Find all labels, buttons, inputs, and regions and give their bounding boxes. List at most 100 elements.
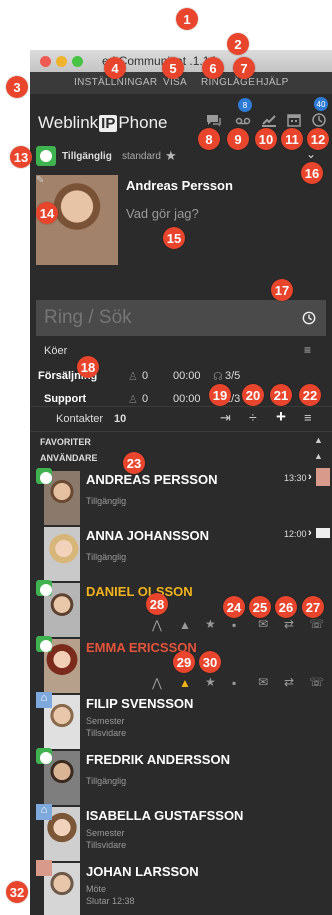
queue-calls: 0 [142, 393, 149, 405]
queue-agents-icon: ☊ [213, 371, 223, 383]
chat-icon[interactable] [206, 112, 222, 128]
contact-status: Möte [86, 884, 107, 894]
users-label: ANVÄNDARE [40, 453, 98, 463]
call-transfer-icon[interactable]: ⇄ [284, 617, 294, 631]
calendar-icon[interactable] [286, 112, 302, 128]
contact-name: FILIP SVENSSON [86, 696, 194, 711]
contact-status: Semester [86, 828, 125, 838]
contact-status-detail: Slutar 12:38 [86, 896, 135, 906]
contact-name: ANNA JOHANSSON [86, 528, 210, 543]
favorite-profile-star-icon[interactable]: ★ [165, 148, 177, 164]
contact-row[interactable]: ⌂ ISABELLA GUSTAFSSON Semester Tillsvida… [36, 804, 330, 866]
call-transfer-icon[interactable] [261, 112, 277, 128]
contacts-header: Kontakter 10 ⇥ ÷ + ≡ [30, 406, 332, 432]
chevron-right-icon[interactable]: › [308, 527, 312, 539]
alert-bell-icon[interactable]: ▲ [179, 618, 191, 632]
annotation-badge-23: 23 [123, 452, 145, 474]
meeting-people-icon [316, 468, 330, 486]
presence-indicator[interactable] [36, 146, 56, 166]
annotation-badge-27: 27 [302, 596, 324, 618]
phone-call-icon[interactable]: ☏ [309, 675, 324, 689]
annotation-badge-16: 16 [301, 162, 323, 184]
phone-call-icon[interactable]: ☏ [309, 617, 324, 631]
collapse-icon[interactable]: ⇥ [220, 410, 231, 426]
contacts-count: 10 [114, 413, 127, 425]
presence-profile: standard [122, 151, 161, 162]
vacation-palm-icon: ⌂ [36, 804, 52, 820]
favorite-star-icon[interactable]: ★ [205, 617, 216, 631]
add-contact-icon[interactable]: + [276, 407, 286, 427]
annotation-badge-30: 30 [199, 651, 221, 673]
recent-calls-clock-icon[interactable] [302, 311, 316, 325]
annotation-badge-17: 17 [271, 279, 293, 301]
chat-bubble-icon[interactable]: ▪ [232, 618, 236, 632]
contact-photo [44, 527, 80, 581]
note-card-icon [316, 528, 330, 538]
transfer-arrow-icon[interactable]: ⋀ [152, 676, 162, 690]
queues-header[interactable]: Köer ≡ [30, 340, 332, 362]
transfer-arrow-icon[interactable]: ⋀ [152, 618, 162, 632]
call-transfer-icon[interactable]: ⇄ [284, 675, 294, 689]
favorites-group-header[interactable]: FAVORITER ▲ [30, 435, 332, 451]
annotation-badge-28: 28 [146, 593, 168, 615]
contact-time: 13:30 [284, 473, 307, 483]
menu-ringlage[interactable]: RINGLÄGE [201, 77, 255, 88]
annotation-badge-20: 20 [242, 384, 264, 406]
annotation-badge-24: 24 [223, 596, 245, 618]
contact-status-detail: Tillsvidare [86, 840, 127, 850]
queue-calls: 0 [142, 370, 149, 382]
contact-name: ISABELLA GUSTAFSSON [86, 808, 244, 823]
history-clock-icon[interactable] [311, 112, 327, 128]
contact-status: Semester [86, 716, 125, 726]
queue-agents: 3/5 [225, 370, 241, 382]
annotation-badge-11: 11 [281, 128, 303, 150]
annotation-badge-10: 10 [255, 128, 277, 150]
voicemail-icon[interactable] [235, 112, 251, 128]
chat-bubble-icon[interactable]: ▪ [232, 676, 236, 690]
close-window-button[interactable] [40, 56, 51, 67]
contact-name: JOHAN LARSSON [86, 864, 199, 879]
contact-row[interactable]: ANNA JOHANSSON Tillgänglig 12:00 › [36, 524, 330, 586]
users-group-header[interactable]: ANVÄNDARE ▲ [30, 451, 332, 467]
presence-indicator [36, 468, 52, 484]
activity-field[interactable]: Vad gör jag? [126, 206, 199, 221]
annotation-badge-2: 2 [227, 33, 249, 55]
annotation-badge-6: 6 [202, 57, 224, 79]
contact-row[interactable]: ⌂ FILIP SVENSSON Semester Tillsvidare [36, 692, 330, 754]
zoom-window-button[interactable] [72, 56, 83, 67]
email-envelope-icon[interactable]: ✉ [258, 675, 268, 689]
call-search-input[interactable] [42, 304, 286, 332]
menu-lines-icon[interactable]: ≡ [304, 343, 311, 357]
presence-indicator [36, 748, 52, 764]
history-count-badge: 40 [314, 97, 328, 111]
annotation-badge-1: 1 [176, 8, 198, 30]
presence-status-bar[interactable]: Tillgänglig standard ★ ⌄ [36, 146, 326, 166]
queue-row[interactable]: Försäljning ♙ 0 00:00 ☊ 3/5 [30, 368, 332, 386]
contact-row[interactable]: FREDRIK ANDERSSON Tillgänglig [36, 748, 330, 810]
queues-title: Köer [44, 345, 68, 357]
edit-pencil-icon[interactable]: ✎ [36, 175, 44, 186]
contact-status: Tillgänglig [86, 776, 127, 786]
menu-hjalp[interactable]: HJÄLP [256, 77, 289, 88]
profile-name: Andreas Persson [126, 178, 233, 193]
chevron-up-icon[interactable]: ▲ [314, 435, 323, 445]
alert-bell-active-icon[interactable]: ▲ [179, 676, 191, 690]
favorite-star-icon[interactable]: ★ [205, 675, 216, 689]
contact-row[interactable]: ANDREAS PERSSON Tillgänglig 13:30 › [36, 468, 330, 530]
contacts-menu-icon[interactable]: ≡ [304, 410, 312, 425]
logo-weblink: Weblink [38, 113, 99, 132]
sort-icon[interactable]: ÷ [249, 409, 257, 425]
minimize-window-button[interactable] [56, 56, 67, 67]
contact-time: 12:00 [284, 529, 307, 539]
annotation-badge-29: 29 [173, 651, 195, 673]
contact-row[interactable]: JOHAN LARSSON Möte Slutar 12:38 [36, 860, 330, 915]
chevron-right-icon[interactable]: › [308, 471, 312, 483]
annotation-badge-32: 32 [6, 881, 28, 903]
annotation-badge-5: 5 [162, 57, 184, 79]
chevron-up-icon[interactable]: ▲ [314, 451, 323, 461]
voicemail-count-badge: 8 [238, 98, 252, 112]
vacation-palm-icon: ⌂ [36, 692, 52, 708]
contact-status: Tillgänglig [86, 496, 127, 506]
email-envelope-icon[interactable]: ✉ [258, 617, 268, 631]
annotation-badge-21: 21 [270, 384, 292, 406]
